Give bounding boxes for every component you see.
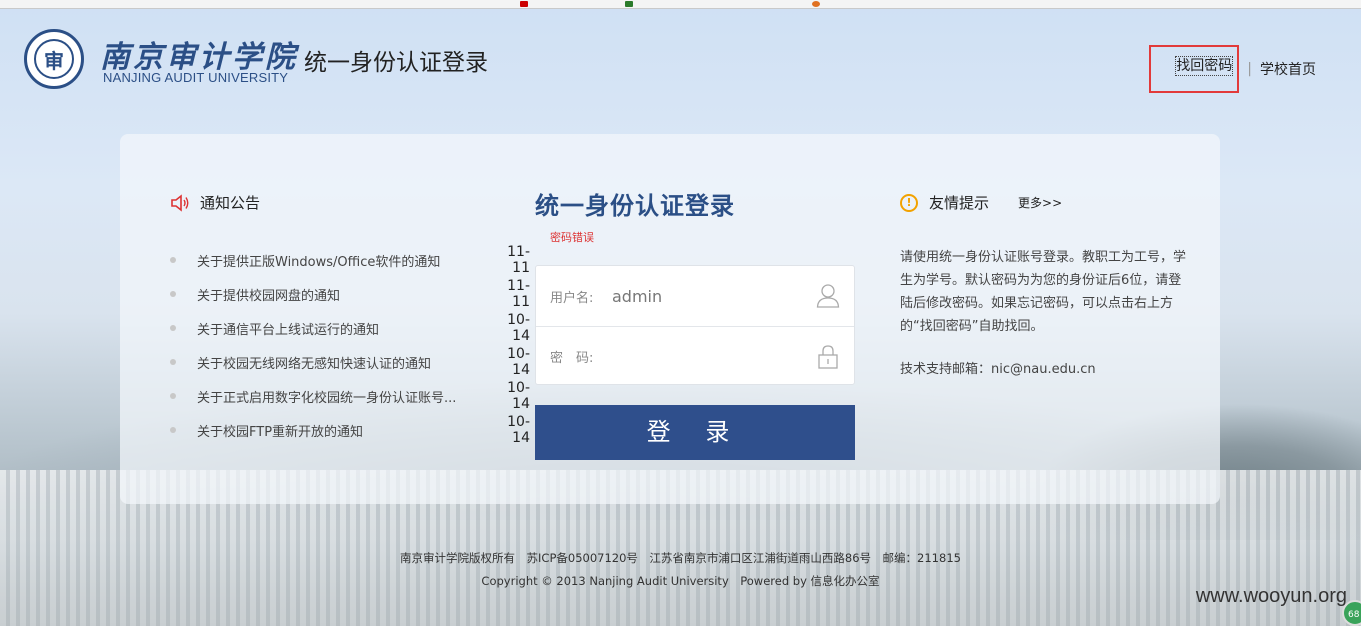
notice-text[interactable]: 关于校园FTP重新开放的通知 <box>197 421 477 440</box>
username-field[interactable]: 用户名: admin <box>536 266 854 326</box>
browser-bookmarks-bar <box>0 0 1361 9</box>
forgot-password-label: 找回密码 <box>1175 56 1234 76</box>
credentials-box: 用户名: admin 密 码: <box>535 265 855 385</box>
login-title: 统一身份认证登录 <box>535 192 735 220</box>
list-item[interactable]: 关于校园FTP重新开放的通知 10-14 <box>170 413 530 447</box>
notice-title: 通知公告 <box>200 194 261 212</box>
password-label: 密 码: <box>550 351 594 366</box>
notice-text[interactable]: 关于校园无线网络无感知快速认证的通知 <box>197 353 477 372</box>
lock-icon <box>818 344 838 369</box>
support-email: 技术支持邮箱：nic@nau.edu.cn <box>900 362 1096 377</box>
username-input[interactable]: admin <box>612 287 816 306</box>
more-link[interactable]: 更多>> <box>1018 194 1062 211</box>
bullet-icon <box>170 325 176 331</box>
nav-separator: | <box>1247 61 1252 77</box>
footer-powered-line: Copyright © 2013 Nanjing Audit Universit… <box>481 574 880 588</box>
username-label: 用户名: <box>550 290 594 306</box>
speaker-icon <box>171 193 189 212</box>
seal-inner: 审 <box>34 39 74 79</box>
notice-text[interactable]: 关于提供校园网盘的通知 <box>197 285 477 304</box>
tips-body: 请使用统一身份认证账号登录。教职工为工号，学生为学号。默认密码为为您的身份证后6… <box>900 250 1187 334</box>
top-nav: 找回密码 | 学校首页 <box>1149 45 1316 93</box>
exclamation-icon: ! <box>900 193 918 212</box>
password-field[interactable]: 密 码: <box>536 326 854 386</box>
login-error-message: 密码错误 <box>550 231 594 244</box>
university-seal-logo[interactable]: 审 <box>24 29 84 89</box>
list-item[interactable]: 关于提供正版Windows/Office软件的通知 11-11 <box>170 243 530 277</box>
page-title: 统一身份认证登录 <box>304 50 488 76</box>
notice-date: 10-14 <box>507 380 530 412</box>
corner-badge[interactable]: 68 <box>1342 600 1361 626</box>
list-item[interactable]: 关于通信平台上线试运行的通知 10-14 <box>170 311 530 345</box>
forgot-password-link[interactable]: 找回密码 <box>1149 45 1240 93</box>
bullet-icon <box>170 427 176 433</box>
notice-date: 10-14 <box>507 312 530 344</box>
tips-heading: ! 友情提示 更多>> <box>900 192 1190 213</box>
page-header: 审 南京审计学院 NANJING AUDIT UNIVERSITY 统一身份认证… <box>0 10 1361 110</box>
bullet-icon <box>170 291 176 297</box>
list-item[interactable]: 关于正式启用数字化校园统一身份认证账号... 10-14 <box>170 379 530 413</box>
login-form: 统一身份认证登录 密码错误 用户名: admin 密 码: 登 录 <box>535 186 855 460</box>
notice-date: 10-14 <box>507 346 530 378</box>
tips-section: ! 友情提示 更多>> 请使用统一身份认证账号登录。教职工为工号，学生为学号。默… <box>900 192 1190 377</box>
school-home-link[interactable]: 学校首页 <box>1260 59 1316 79</box>
notice-list: 关于提供正版Windows/Office软件的通知 11-11 关于提供校园网盘的… <box>170 243 530 447</box>
bullet-icon <box>170 359 176 365</box>
watermark-text: www.wooyun.org <box>1195 585 1347 607</box>
bookmark-icon[interactable] <box>625 1 633 7</box>
notice-heading: 通知公告 <box>170 192 530 213</box>
school-name-en: NANJING AUDIT UNIVERSITY <box>103 70 289 85</box>
notice-date: 11-11 <box>507 244 530 276</box>
notice-date: 11-11 <box>507 278 530 310</box>
bookmark-icon[interactable] <box>812 1 820 7</box>
list-item[interactable]: 关于校园无线网络无感知快速认证的通知 10-14 <box>170 345 530 379</box>
notice-date: 10-14 <box>507 414 530 446</box>
list-item[interactable]: 关于提供校园网盘的通知 11-11 <box>170 277 530 311</box>
footer-copyright-line: 南京审计学院版权所有 苏ICP备05007120号 江苏省南京市浦口区江浦街道雨… <box>400 551 961 565</box>
page-footer: 南京审计学院版权所有 苏ICP备05007120号 江苏省南京市浦口区江浦街道雨… <box>0 550 1361 596</box>
notice-text[interactable]: 关于通信平台上线试运行的通知 <box>197 319 477 338</box>
notice-text[interactable]: 关于提供正版Windows/Office软件的通知 <box>197 251 477 270</box>
user-icon <box>816 284 840 308</box>
tips-title: 友情提示 <box>929 194 990 212</box>
notice-section: 通知公告 关于提供正版Windows/Office软件的通知 11-11 关于提供… <box>170 192 530 447</box>
login-button[interactable]: 登 录 <box>535 405 855 460</box>
bullet-icon <box>170 257 176 263</box>
bullet-icon <box>170 393 176 399</box>
login-panel: 通知公告 关于提供正版Windows/Office软件的通知 11-11 关于提供… <box>120 134 1220 504</box>
notice-text[interactable]: 关于正式启用数字化校园统一身份认证账号... <box>197 387 477 406</box>
bookmark-icon[interactable] <box>520 1 528 7</box>
